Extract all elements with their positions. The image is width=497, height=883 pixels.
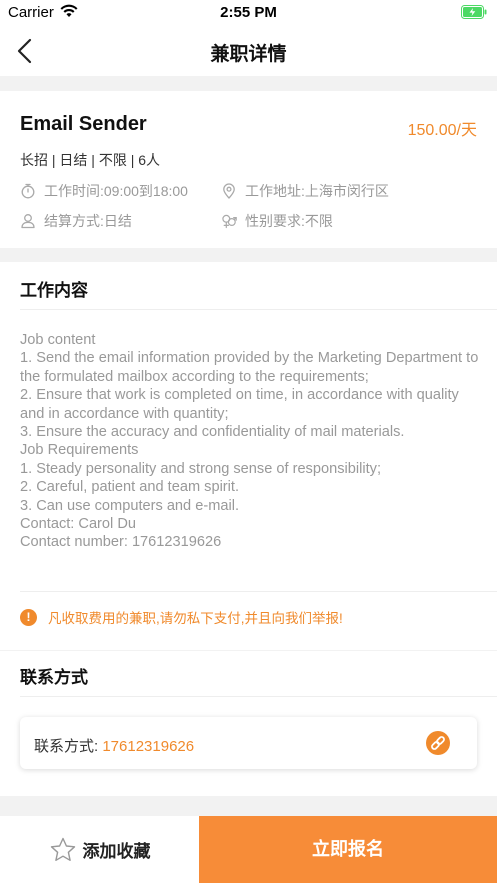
work-address-row: 工作地址:上海市闵行区 xyxy=(221,181,389,201)
contact-label: 联系方式: xyxy=(34,738,103,755)
bottom-bar: 添加收藏 立即报名 xyxy=(0,816,497,883)
contact-card: 联系方式: 17612319626 xyxy=(20,717,477,769)
payment-warning-text: 凡收取费用的兼职,请勿私下支付,并且向我们举报! xyxy=(48,611,343,626)
apply-now-button[interactable]: 立即报名 xyxy=(199,816,497,883)
contact-section: 联系方式 联系方式: 17612319626 xyxy=(0,651,497,796)
location-pin-icon xyxy=(223,183,235,199)
status-bar: Carrier 2:55 PM xyxy=(0,0,497,26)
divider xyxy=(20,309,497,310)
work-time-row: 工作时间:09:00到18:00 xyxy=(20,181,188,201)
job-description: Job content 1. Send the email informatio… xyxy=(20,332,479,551)
gender-row: 性别要求:不限 xyxy=(221,211,333,231)
gender-icon xyxy=(222,214,237,229)
page-title: 兼职详情 xyxy=(210,44,287,65)
copy-link-button[interactable] xyxy=(426,731,450,755)
person-icon xyxy=(21,214,35,229)
status-time: 2:55 PM xyxy=(220,4,277,21)
contact-title: 联系方式 xyxy=(20,668,88,687)
job-salary: 150.00/天 xyxy=(407,122,477,139)
contact-info: 联系方式: 17612319626 xyxy=(34,735,194,756)
gender-text: 性别要求:不限 xyxy=(245,213,333,229)
star-icon xyxy=(50,837,75,861)
job-title: Email Sender xyxy=(20,113,147,135)
link-icon xyxy=(431,736,445,750)
battery-icon xyxy=(461,5,487,19)
settlement-row: 结算方式:日结 xyxy=(20,211,132,231)
stopwatch-icon xyxy=(21,183,35,199)
warning-icon: ! xyxy=(20,608,37,626)
contact-number[interactable]: 17612319626 xyxy=(102,738,194,755)
nav-bar: 兼职详情 xyxy=(0,26,497,76)
work-address-text: 工作地址:上海市闵行区 xyxy=(245,183,389,199)
settlement-text: 结算方式:日结 xyxy=(44,213,132,229)
job-content-title: 工作内容 xyxy=(20,281,88,300)
job-content-section: 工作内容 Job content 1. Send the email infor… xyxy=(0,262,497,650)
work-time-text: 工作时间:09:00到18:00 xyxy=(44,183,188,199)
payment-warning: ! 凡收取费用的兼职,请勿私下支付,并且向我们举报! xyxy=(20,607,343,627)
job-summary-card: Email Sender 150.00/天 长招 | 日结 | 不限 | 6人 … xyxy=(0,91,497,248)
add-favorite-button[interactable]: 添加收藏 xyxy=(0,816,199,883)
divider xyxy=(20,696,497,697)
divider xyxy=(20,591,497,592)
add-favorite-label: 添加收藏 xyxy=(82,842,151,861)
job-tags: 长招 | 日结 | 不限 | 6人 xyxy=(20,152,161,168)
